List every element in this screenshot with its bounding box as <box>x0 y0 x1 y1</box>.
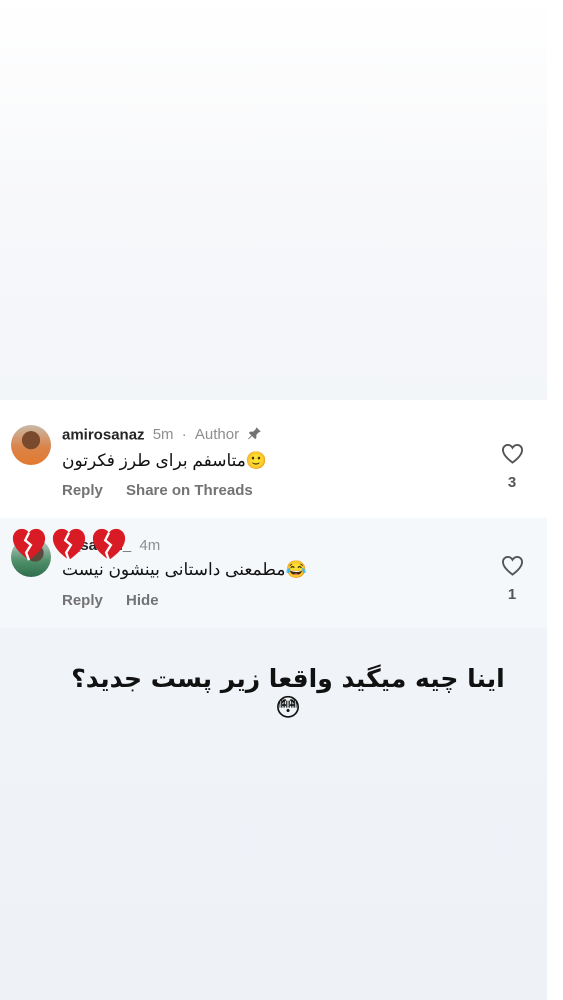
heart-outline-icon[interactable] <box>500 443 524 464</box>
comment-item: amirosanaz 5m · Author متاسفم برای طرز ف… <box>0 400 547 518</box>
overlay-caption: اینا چیه میگید واقعا زیر پست جدید؟😳 <box>71 664 505 722</box>
avatar[interactable] <box>11 425 51 465</box>
comment-item: _salehi_ 4m مطمعنی داستانی بینشون نیست😂 … <box>0 518 547 628</box>
like-count: 1 <box>507 586 517 603</box>
broken-heart-icon <box>92 528 126 561</box>
username[interactable]: amirosanaz <box>62 426 145 443</box>
timestamp: 5m <box>152 426 174 444</box>
timestamp: 4m <box>139 537 161 554</box>
comment-text: مطمعنی داستانی بینشون نیست😂 <box>62 560 307 579</box>
comment-header: amirosanaz 5m · Author <box>62 426 262 445</box>
like-button[interactable]: 3 <box>500 443 524 491</box>
broken-heart-icon <box>52 528 86 561</box>
reply-button[interactable]: Reply <box>62 482 103 499</box>
separator: · <box>181 426 187 444</box>
comment-actions: Reply Share on Threads <box>62 482 253 499</box>
broken-heart-icon <box>12 528 46 561</box>
comment-text: متاسفم برای طرز فکرتون🙂 <box>62 451 268 470</box>
author-badge: Author <box>194 426 240 444</box>
broken-hearts-sticker <box>10 527 128 563</box>
hide-button[interactable]: Hide <box>126 592 159 609</box>
reply-button[interactable]: Reply <box>62 592 103 609</box>
right-edge-strip <box>547 0 563 1000</box>
like-button[interactable]: 1 <box>500 555 524 603</box>
share-on-threads-button[interactable]: Share on Threads <box>126 482 253 499</box>
like-count: 3 <box>507 474 517 491</box>
comment-actions: Reply Hide <box>62 592 159 609</box>
heart-outline-icon[interactable] <box>500 555 524 576</box>
pin-icon <box>247 426 262 445</box>
